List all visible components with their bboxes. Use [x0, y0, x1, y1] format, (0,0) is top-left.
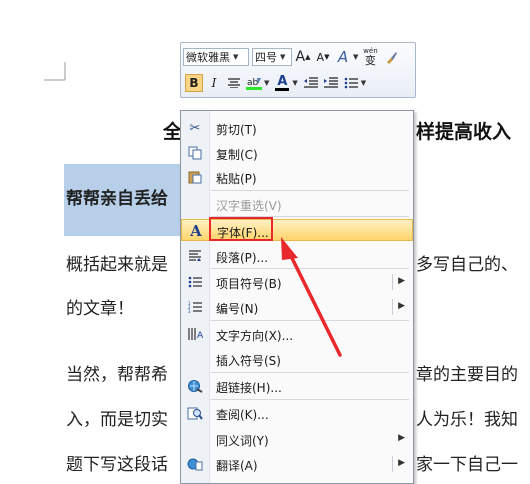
annotation-arrow-icon — [281, 237, 342, 357]
